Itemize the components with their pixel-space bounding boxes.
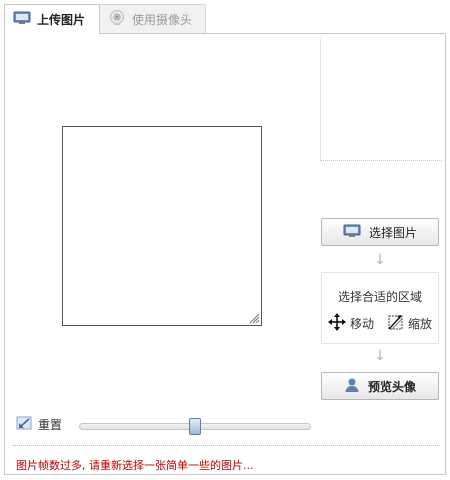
resize-grip-icon[interactable] bbox=[248, 312, 260, 324]
zoom-icon bbox=[386, 313, 404, 334]
reset-button[interactable]: 重置 bbox=[16, 416, 62, 433]
tab-bar: 上传图片 使用摄像头 bbox=[4, 4, 446, 34]
zoom-label: 缩放 bbox=[407, 316, 432, 331]
avatar-preview-area bbox=[320, 38, 442, 161]
user-icon bbox=[344, 377, 360, 396]
down-arrow-icon: ↓ bbox=[374, 348, 386, 364]
zoom-hint: 缩放 bbox=[386, 313, 432, 334]
preview-avatar-button[interactable]: 预览头像 bbox=[321, 372, 439, 400]
monitor-icon bbox=[13, 11, 31, 28]
divider bbox=[12, 445, 440, 446]
select-image-button[interactable]: 选择图片 bbox=[321, 218, 439, 246]
tab-use-camera[interactable]: 使用摄像头 bbox=[100, 4, 206, 34]
zoom-slider-thumb[interactable] bbox=[189, 418, 201, 435]
reset-icon bbox=[16, 416, 32, 433]
select-image-label: 选择图片 bbox=[368, 225, 417, 240]
crop-instructions: 选择合适的区域 移动 缩放 bbox=[321, 272, 439, 344]
move-hint: 移动 bbox=[328, 312, 375, 334]
tab-upload-label: 上传图片 bbox=[37, 13, 86, 27]
move-icon bbox=[328, 312, 346, 334]
instructions-title: 选择合适的区域 bbox=[337, 290, 422, 304]
reset-label: 重置 bbox=[38, 418, 63, 432]
tab-camera-label: 使用摄像头 bbox=[132, 12, 193, 27]
monitor-icon bbox=[343, 224, 361, 241]
crop-area[interactable] bbox=[62, 126, 262, 326]
webcam-icon bbox=[108, 9, 126, 30]
tab-upload-image[interactable]: 上传图片 bbox=[4, 4, 100, 34]
move-label: 移动 bbox=[350, 316, 375, 331]
error-message: 图片帧数过多, 请重新选择一张简单一些的图片... bbox=[16, 459, 254, 472]
down-arrow-icon: ↓ bbox=[374, 252, 386, 268]
preview-avatar-label: 预览头像 bbox=[367, 379, 416, 394]
